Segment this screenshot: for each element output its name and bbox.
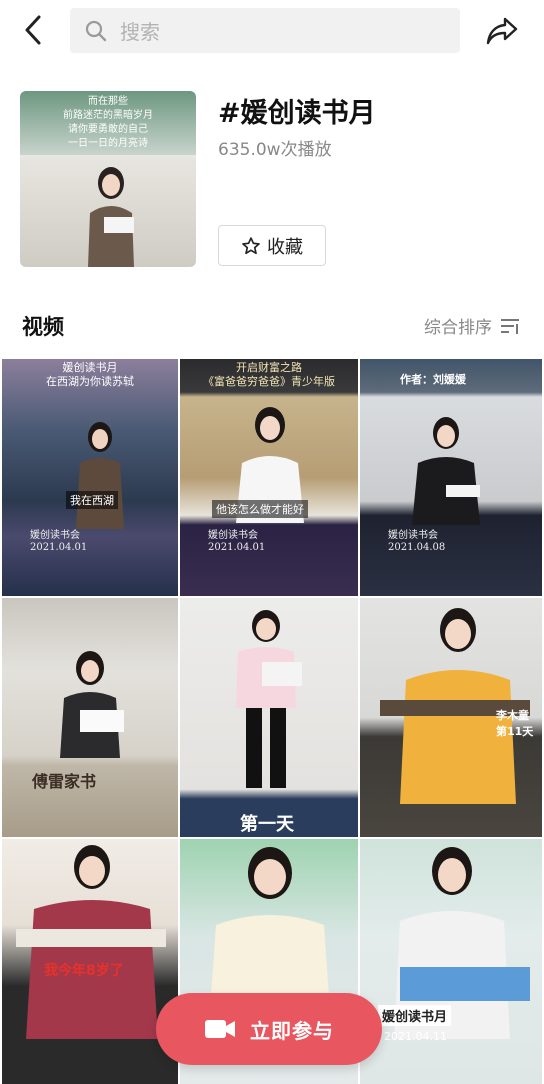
video-subtitle: 第一天 (240, 814, 294, 835)
cover-poem-line: 前路迷茫的黑暗岁月 (63, 110, 153, 121)
video-camera-icon (205, 1020, 235, 1038)
topic-cover-image[interactable]: 而在那些 前路迷茫的黑暗岁月 请你要勇敢的自己 一日一日的月亮诗 (20, 91, 196, 267)
reader-figure (76, 422, 124, 529)
reader-figure (88, 167, 134, 267)
video-subtitle: 李木童 第11天 (496, 709, 534, 738)
sort-dropdown[interactable]: 综合排序 (424, 313, 520, 338)
video-subtitle: 他该怎么做才能好 (212, 500, 308, 518)
video-thumbnail[interactable]: 开启财富之路 《富爸爸穷爸爸》青少年版 他该怎么做才能好 媛创读书会 2021.… (180, 359, 358, 596)
video-grid: 媛创读书月 在西湖为你读苏轼 我在西湖 媛创读书会 2021.04.01 开启财… (2, 359, 542, 1084)
search-placeholder: 搜索 (120, 20, 160, 44)
participate-label: 立即参与 (250, 1018, 334, 1043)
share-arrow-icon (486, 17, 518, 45)
video-footer: 2021.04.11 (384, 1030, 447, 1043)
star-outline-icon (242, 236, 260, 254)
reader-figure (412, 417, 480, 525)
back-button[interactable] (18, 12, 48, 48)
filter-lines-icon (501, 318, 519, 334)
video-overlay-title: 作者：刘媛媛 (400, 373, 466, 386)
sort-label: 综合排序 (424, 318, 492, 338)
chevron-left-icon (25, 15, 41, 45)
videos-section-title: 视频 (22, 315, 64, 339)
participate-button[interactable]: 立即参与 (156, 993, 382, 1065)
video-thumbnail[interactable]: 第一天 (180, 598, 358, 837)
video-thumbnail[interactable]: 我今年8岁了 (2, 839, 178, 1084)
topic-header: 而在那些 前路迷茫的黑暗岁月 请你要勇敢的自己 一日一日的月亮诗 #媛创读书月 … (20, 91, 525, 267)
video-thumbnail[interactable]: 作者：刘媛媛 媛创读书会 2021.04.08 (360, 359, 542, 596)
search-input[interactable]: 搜索 (70, 8, 460, 53)
search-icon (84, 17, 112, 45)
favorite-label: 收藏 (267, 236, 303, 258)
video-thumbnail[interactable]: 媛创读书月 在西湖为你读苏轼 我在西湖 媛创读书会 2021.04.01 (2, 359, 178, 596)
video-footer: 媛创读书会 2021.04.01 (208, 530, 266, 553)
cover-poem-line: 一日一日的月亮诗 (68, 138, 148, 149)
top-bar: 搜索 (0, 0, 544, 62)
video-footer: 媛创读书会 2021.04.01 (30, 530, 88, 553)
video-thumbnail[interactable]: 傅雷家书 (2, 598, 178, 837)
reader-figure (16, 845, 166, 1039)
cover-poem-line: 请你要勇敢的自己 (68, 124, 148, 135)
video-subtitle: 傅雷家书 (32, 772, 97, 791)
topic-title: #媛创读书月 (218, 98, 376, 129)
favorite-button[interactable]: 收藏 (218, 225, 326, 266)
cover-poem-line: 而在那些 (88, 96, 128, 107)
video-footer: 媛创读书会 2021.04.08 (388, 530, 446, 553)
video-subtitle: 我今年8岁了 (44, 963, 124, 979)
reader-figure (236, 610, 302, 788)
video-thumbnail[interactable]: 李木童 第11天 (360, 598, 542, 837)
share-button[interactable] (484, 14, 520, 48)
video-overlay-title: 开启财富之路 《富爸爸穷爸爸》青少年版 (203, 361, 335, 388)
reader-figure (60, 651, 124, 758)
video-overlay-title: 媛创读书月 在西湖为你读苏轼 (46, 361, 134, 388)
video-subtitle: 我在西湖 (66, 491, 118, 509)
video-subtitle: 媛创读书月 (378, 1005, 452, 1026)
play-count: 635.0w次播放 (218, 140, 332, 160)
video-thumbnail[interactable]: 媛创读书月 2021.04.11 (360, 839, 542, 1084)
cover-poem: 而在那些 前路迷茫的黑暗岁月 请你要勇敢的自己 一日一日的月亮诗 (20, 95, 196, 151)
